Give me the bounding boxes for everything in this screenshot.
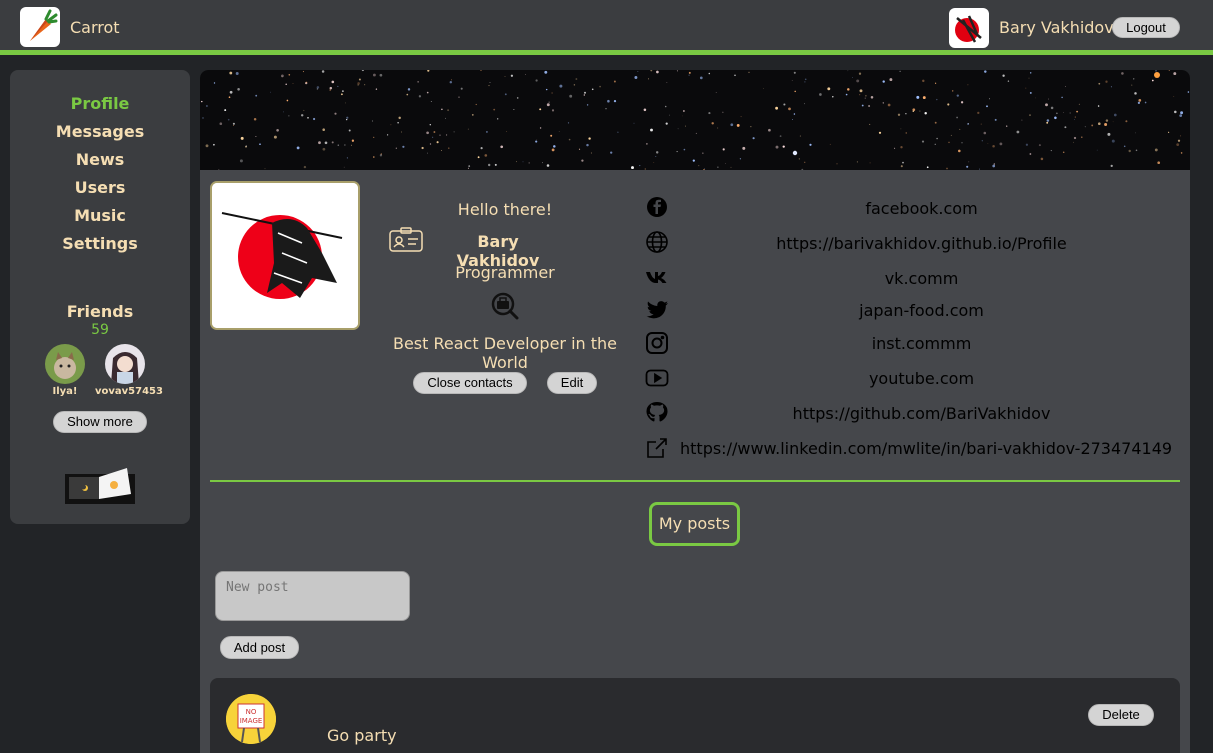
- post-text: Go party: [327, 726, 397, 745]
- vk-icon[interactable]: [645, 265, 669, 289]
- contact-github[interactable]: https://github.com/BariVakhidov: [680, 404, 1163, 423]
- close-contacts-button[interactable]: Close contacts: [413, 372, 527, 394]
- new-post-input[interactable]: [215, 571, 410, 621]
- delete-post-button[interactable]: Delete: [1088, 704, 1154, 726]
- friend-name: Ilya!: [52, 386, 78, 397]
- add-post-button[interactable]: Add post: [220, 636, 299, 659]
- cover-image: [200, 70, 1190, 170]
- friend-item[interactable]: vovav57453: [95, 344, 163, 397]
- friend-name: vovav57453: [95, 386, 163, 397]
- contact-instagram[interactable]: inst.commm: [680, 334, 1163, 353]
- post-avatar: NO IMAGE: [226, 694, 276, 744]
- facebook-icon[interactable]: [645, 195, 669, 219]
- edit-profile-button[interactable]: Edit: [547, 372, 597, 394]
- sidebar-item-messages[interactable]: Messages: [10, 122, 190, 141]
- post-item: NO IMAGE Go party Delete: [210, 678, 1180, 753]
- divider: [210, 480, 1180, 482]
- carrot-logo[interactable]: [20, 7, 60, 47]
- friends-title: Friends: [66, 302, 134, 321]
- friend-item[interactable]: Ilya!: [35, 344, 95, 397]
- logout-button[interactable]: Logout: [1112, 17, 1180, 38]
- sidebar-item-profile[interactable]: Profile: [10, 94, 190, 113]
- website-icon[interactable]: [645, 230, 669, 254]
- friend-avatar[interactable]: [105, 344, 145, 384]
- main-content: Hello there! Bary Vakhidov Programmer Be…: [200, 70, 1190, 753]
- external-link-icon[interactable]: [645, 436, 669, 460]
- svg-text:IMAGE: IMAGE: [240, 717, 263, 725]
- user-name[interactable]: Bary Vakhidov: [999, 18, 1114, 37]
- show-more-button[interactable]: Show more: [53, 411, 147, 433]
- github-icon[interactable]: [645, 401, 669, 425]
- instagram-icon[interactable]: [645, 331, 669, 355]
- id-card-icon: [388, 227, 424, 257]
- profile-greeting: Hello there!: [457, 200, 553, 219]
- user-avatar[interactable]: [949, 8, 989, 48]
- contact-twitter[interactable]: japan-food.com: [680, 301, 1163, 320]
- friend-avatar[interactable]: [45, 344, 85, 384]
- sidebar-item-settings[interactable]: Settings: [10, 234, 190, 253]
- profile-photo: [210, 181, 360, 330]
- contact-website[interactable]: https://barivakhidov.github.io/Profile: [680, 234, 1163, 253]
- friends-count: 59: [91, 322, 109, 338]
- twitter-icon[interactable]: [645, 298, 669, 322]
- youtube-icon[interactable]: [645, 366, 669, 390]
- app-title: Carrot: [70, 18, 120, 37]
- job-search-icon: [490, 291, 520, 325]
- profile-job: Programmer: [455, 263, 555, 282]
- my-posts-title: My posts: [649, 502, 740, 546]
- theme-toggle[interactable]: [65, 468, 135, 504]
- header: Carrot Bary Vakhidov Logout: [0, 0, 1213, 55]
- profile-status[interactable]: Best React Developer in the World: [380, 334, 630, 372]
- sidebar-item-music[interactable]: Music: [10, 206, 190, 225]
- contact-facebook[interactable]: facebook.com: [680, 199, 1163, 218]
- contact-linkedin[interactable]: https://www.linkedin.com/mwlite/in/bari-…: [680, 439, 1172, 458]
- svg-text:NO: NO: [246, 708, 257, 716]
- contact-youtube[interactable]: youtube.com: [680, 369, 1163, 388]
- contact-vk[interactable]: vk.comm: [680, 269, 1163, 288]
- sidebar-item-users[interactable]: Users: [10, 178, 190, 197]
- sidebar: Profile Messages News Users Music Settin…: [10, 70, 190, 524]
- sidebar-item-news[interactable]: News: [10, 150, 190, 169]
